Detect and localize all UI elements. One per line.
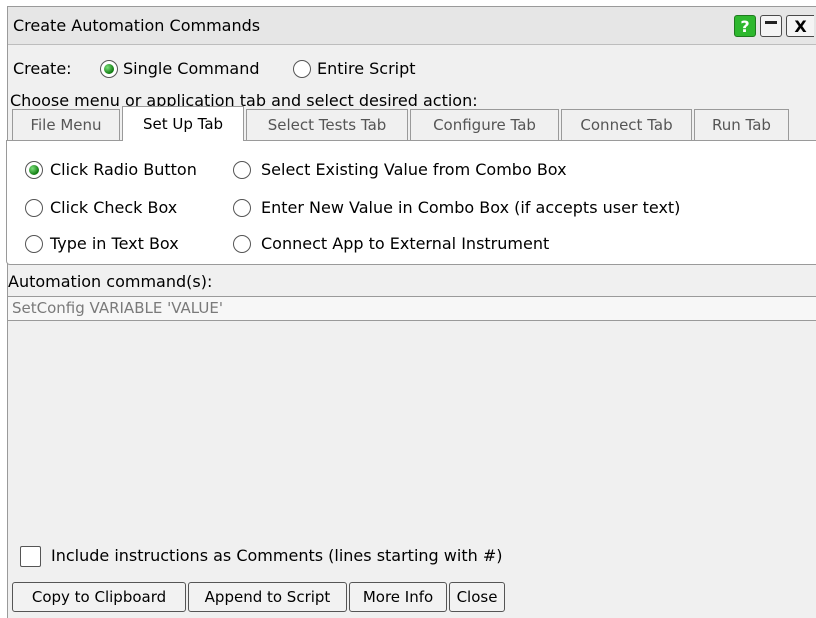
- tab-label: Run Tab: [712, 116, 771, 134]
- more-info-button[interactable]: More Info: [349, 582, 447, 612]
- action-label[interactable]: Click Check Box: [50, 198, 177, 217]
- help-icon: ?: [740, 16, 750, 36]
- command-label: Automation command(s):: [8, 272, 213, 291]
- close-button[interactable]: Close: [449, 582, 505, 612]
- action-label[interactable]: Click Radio Button: [50, 160, 197, 179]
- tab-label: File Menu: [30, 116, 102, 134]
- window-title: Create Automation Commands: [13, 16, 261, 35]
- entire-script-label[interactable]: Entire Script: [317, 59, 416, 78]
- radio-enter-new-value[interactable]: [233, 199, 251, 217]
- tab-label: Set Up Tab: [142, 115, 224, 133]
- radio-entire-script[interactable]: [293, 60, 311, 78]
- minimize-button[interactable]: [760, 15, 782, 37]
- radio-type-in-text-box[interactable]: [25, 235, 43, 253]
- close-window-button[interactable]: X: [786, 15, 814, 37]
- command-output-field[interactable]: SetConfig VARIABLE 'VALUE': [7, 296, 816, 321]
- action-label[interactable]: Connect App to External Instrument: [261, 234, 549, 253]
- close-icon: X: [794, 16, 807, 36]
- tab-label: Connect Tab: [580, 116, 673, 134]
- title-bar[interactable]: Create Automation Commands ? X: [8, 7, 816, 45]
- tab-configure[interactable]: Configure Tab: [410, 109, 559, 140]
- single-command-label[interactable]: Single Command: [123, 59, 260, 78]
- minimize-icon: [765, 20, 777, 24]
- tab-label: Configure Tab: [433, 116, 536, 134]
- radio-single-command[interactable]: [100, 60, 118, 78]
- help-button[interactable]: ?: [734, 15, 756, 37]
- include-comments-label[interactable]: Include instructions as Comments (lines …: [51, 546, 502, 565]
- tab-label: Select Tests Tab: [267, 116, 387, 134]
- action-label[interactable]: Enter New Value in Combo Box (if accepts…: [261, 198, 680, 217]
- radio-select-existing-value[interactable]: [233, 161, 251, 179]
- copy-to-clipboard-button[interactable]: Copy to Clipboard: [12, 582, 186, 612]
- append-to-script-button[interactable]: Append to Script: [188, 582, 347, 612]
- create-label: Create:: [13, 59, 72, 78]
- action-label[interactable]: Select Existing Value from Combo Box: [261, 160, 567, 179]
- tab-select-tests[interactable]: Select Tests Tab: [246, 109, 408, 140]
- radio-click-check-box[interactable]: [25, 199, 43, 217]
- radio-connect-external-instrument[interactable]: [233, 235, 251, 253]
- tab-connect[interactable]: Connect Tab: [561, 109, 692, 140]
- include-comments-checkbox[interactable]: [20, 546, 41, 567]
- radio-click-radio-button[interactable]: [25, 161, 43, 179]
- tab-file-menu[interactable]: File Menu: [12, 109, 120, 140]
- action-label[interactable]: Type in Text Box: [50, 234, 179, 253]
- tab-set-up[interactable]: Set Up Tab: [122, 106, 244, 141]
- tab-run[interactable]: Run Tab: [694, 109, 789, 140]
